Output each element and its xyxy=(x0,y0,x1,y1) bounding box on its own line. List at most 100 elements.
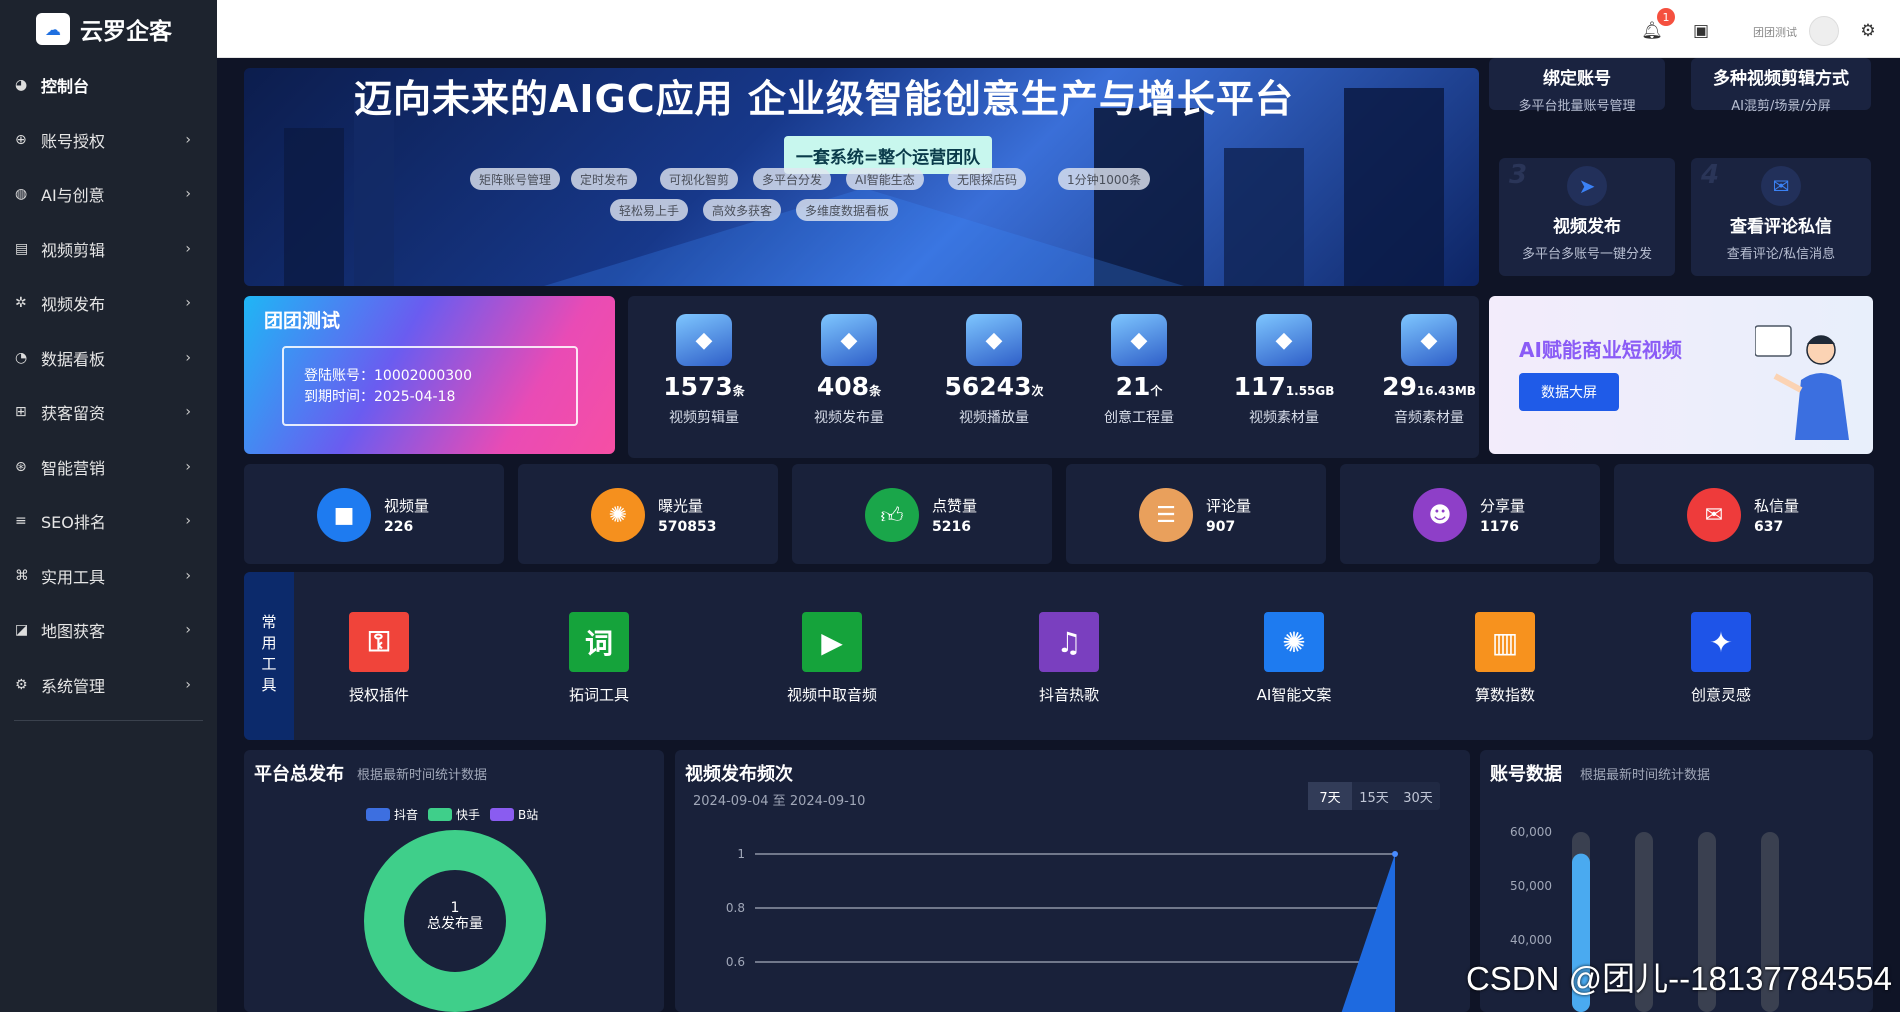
mail-icon: ✉ xyxy=(1687,488,1741,542)
stat-value: 1573条 xyxy=(634,372,774,401)
tool-6[interactable]: ✦ 创意灵感 xyxy=(1646,612,1796,705)
sidebar-item-2[interactable]: ◍ AI与创意 › xyxy=(0,167,217,222)
pie-chart-icon: ◔ xyxy=(15,349,28,366)
tool-label: 抖音热歌 xyxy=(1038,686,1099,704)
metric-label: 私信量 xyxy=(1754,497,1800,515)
stat-number: 29 xyxy=(1382,372,1417,401)
tool-label: AI智能文案 xyxy=(1256,686,1332,704)
panel-subtitle: 根据最新时间统计数据 xyxy=(357,768,488,783)
sidebar-item-10[interactable]: ◪ 地图获客 › xyxy=(0,603,217,658)
stat-unit: 1.55GB xyxy=(1285,384,1335,398)
y-tick-label: 1 xyxy=(737,847,745,861)
app-title: 云罗企客 xyxy=(80,19,172,45)
sidebar-item-4[interactable]: ✲ 视频发布 › xyxy=(0,276,217,331)
sidebar-item-label: AI与创意 xyxy=(41,186,105,206)
tool-5[interactable]: ▥ 算数指数 xyxy=(1430,612,1580,705)
feature-title: 绑定账号 xyxy=(1543,69,1611,89)
chat-icon: ✉ xyxy=(1761,166,1801,206)
feature-bind-account[interactable]: 绑定账号 多平台批量账号管理 xyxy=(1489,58,1665,114)
tool-2[interactable]: ▶ 视频中取音频 xyxy=(757,612,907,705)
tool-1[interactable]: 词拓词工具 xyxy=(524,612,674,705)
user-name[interactable]: 团团测试 xyxy=(1753,24,1797,40)
stat-label: 视频剪辑量 xyxy=(669,410,739,426)
sidebar-divider xyxy=(14,720,203,721)
sidebar-item-7[interactable]: ⊛ 智能营销 › xyxy=(0,440,217,495)
metric-value: 570853 xyxy=(658,519,717,535)
thumbs-up-icon: 👍︎ xyxy=(865,488,919,542)
metric-card[interactable]: ✺ 曝光量 570853 xyxy=(518,464,778,564)
feature-comments[interactable]: 4 ✉ 查看评论私信 查看评论/私信消息 xyxy=(1691,158,1871,276)
bell-icon[interactable]: 🔔︎ 1 xyxy=(1641,8,1675,42)
avatar[interactable] xyxy=(1809,16,1839,46)
metric-label: 评论量 xyxy=(1206,497,1252,515)
stat-label: 视频发布量 xyxy=(814,410,884,426)
feature-chip: 定时发布 xyxy=(571,168,638,190)
legend-item[interactable]: 快手 xyxy=(428,806,480,823)
stat-3d-icon: ◆ xyxy=(966,314,1022,366)
stat-label: 音频素材量 xyxy=(1394,410,1464,426)
tool-label: 拓词工具 xyxy=(568,686,629,704)
metric-card[interactable]: ■ 视频量 226 xyxy=(244,464,504,564)
feature-chip: 1分钟1000条 xyxy=(1058,168,1151,190)
sidebar-item-0[interactable]: ◕ 控制台 xyxy=(0,58,217,113)
gear-icon: ✲ xyxy=(15,295,27,312)
stat-value: 408条 xyxy=(779,372,919,401)
donut-value: 1 xyxy=(450,900,460,916)
sidebar-menu: ◕ 控制台 ⊕ 账号授权 › ◍ AI与创意 › ▤ 视频剪辑 › ✲ 视频发布 › ◔ 数据看板 › ⊞ 获客留资… xyxy=(0,58,217,712)
stat-3d-icon: ◆ xyxy=(1111,314,1167,366)
chevron-right-icon: › xyxy=(185,458,191,475)
line-chart: 1 0.8 0.6 xyxy=(726,847,1398,1012)
legend-swatch xyxy=(366,808,390,821)
stat-number: 21 xyxy=(1115,372,1151,401)
stat-value: 2916.43MB xyxy=(1359,372,1499,401)
sidebar-item-6[interactable]: ⊞ 获客留资 › xyxy=(0,385,217,440)
tool-0[interactable]: ⚿ 授权插件 xyxy=(304,612,454,705)
tool-4[interactable]: ✺ AI智能文案 xyxy=(1219,612,1369,705)
legend-item[interactable]: 抖音 xyxy=(366,806,418,823)
stat-unit: 条 xyxy=(732,384,745,398)
sidebar-item-11[interactable]: ⚙ 系统管理 › xyxy=(0,658,217,713)
chevron-right-icon: › xyxy=(185,131,191,148)
ai-promo-card: AI赋能商业短视频 数据大屏 xyxy=(1489,296,1873,454)
sidebar-item-9[interactable]: ⌘ 实用工具 › xyxy=(0,549,217,604)
y-tick-label: 0.6 xyxy=(726,955,745,969)
metric-card[interactable]: ☰ 评论量 907 xyxy=(1066,464,1326,564)
settings-icon[interactable]: ⚙ xyxy=(1857,20,1879,42)
calendar-icon[interactable]: ▣ xyxy=(1690,20,1712,42)
palette-icon: ⊛ xyxy=(15,458,27,475)
sidebar-item-3[interactable]: ▤ 视频剪辑 › xyxy=(0,222,217,277)
sidebar-item-1[interactable]: ⊕ 账号授权 › xyxy=(0,113,217,168)
legend-label: 快手 xyxy=(456,808,481,822)
donut-label: 总发布量 xyxy=(427,916,483,932)
sidebar-item-label: 获客留资 xyxy=(41,404,106,424)
data-point[interactable] xyxy=(1392,851,1398,857)
tool-3[interactable]: ♫ 抖音热歌 xyxy=(994,612,1144,705)
metric-card[interactable]: ☻ 分享量 1176 xyxy=(1340,464,1600,564)
tool-label: 授权插件 xyxy=(348,686,409,704)
legend-swatch xyxy=(490,808,515,821)
sidebar-item-8[interactable]: ≡ SEO排名 › xyxy=(0,494,217,549)
metric-value: 5216 xyxy=(932,519,971,535)
metric-value: 637 xyxy=(1754,519,1784,535)
feature-title: 查看评论私信 xyxy=(1730,217,1832,237)
feature-video-edit[interactable]: 多种视频剪辑方式 AI混剪/场景/分屏 xyxy=(1691,58,1871,114)
data-screen-button[interactable]: 数据大屏 xyxy=(1519,373,1619,411)
metric-label: 点赞量 xyxy=(932,497,978,515)
sidebar-item-label: 控制台 xyxy=(41,77,90,97)
expire-date: 到期时间：2025-04-18 xyxy=(304,389,456,405)
sidebar-item-5[interactable]: ◔ 数据看板 › xyxy=(0,331,217,386)
chevron-right-icon: › xyxy=(185,567,191,584)
feature-video-publish[interactable]: 3 ➤ 视频发布 多平台多账号一键分发 xyxy=(1499,158,1675,276)
tool-label: 视频中取音频 xyxy=(786,686,877,704)
metric-card[interactable]: ✉ 私信量 637 xyxy=(1614,464,1874,564)
stat-value: 1171.55GB xyxy=(1214,372,1354,401)
watermark-text: CSDN @团儿--18137784554 xyxy=(1465,960,1892,997)
globe-icon: ◍ xyxy=(15,186,28,203)
feature-sub: 查看评论/私信消息 xyxy=(1726,247,1836,262)
app-logo[interactable]: ☁ 云罗企客 xyxy=(0,0,217,58)
legend-item[interactable]: B站 xyxy=(490,806,538,823)
team-card: 团团测试 登陆账号：10002000300 到期时间：2025-04-18 xyxy=(244,296,615,454)
panel-title: 平台总发布 xyxy=(254,764,344,785)
feature-chip: 矩阵账号管理 xyxy=(470,168,561,190)
metric-card[interactable]: 👍︎ 点赞量 5216 xyxy=(792,464,1052,564)
